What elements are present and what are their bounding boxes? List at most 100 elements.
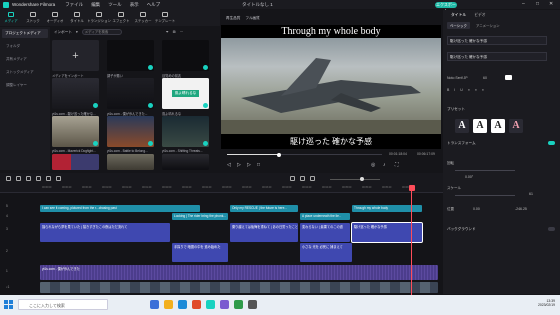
preset-style-3[interactable]: A <box>491 119 505 133</box>
menu-edit[interactable]: 編集 <box>91 2 100 8</box>
import-media-tile[interactable]: + メディアをインポート <box>52 40 99 78</box>
audio-clip[interactable]: yt1s.com - 僕が歩んできた <box>40 265 438 280</box>
background-toggle[interactable] <box>548 227 555 231</box>
more-icon[interactable]: ⋯ <box>180 30 184 34</box>
undo-icon[interactable] <box>6 176 11 181</box>
zoom-handle[interactable] <box>360 177 364 181</box>
snapshot-icon[interactable]: ◎ <box>371 162 375 168</box>
playback-mode-dropdown[interactable]: 再生品質 <box>226 16 240 21</box>
taskbar-clock[interactable]: 13:39 2023/02/19 <box>527 299 555 307</box>
grid-view-icon[interactable]: ⊞ <box>173 30 176 34</box>
tab-title[interactable]: タイトル <box>451 13 466 18</box>
app-icon[interactable] <box>220 300 229 309</box>
tool-stickers[interactable]: ステッカー <box>132 9 154 26</box>
tool-audio[interactable]: オーディオ <box>44 9 66 26</box>
media-tile[interactable]: 風よ晴れるな 風よ晴れるな <box>162 78 209 116</box>
windows-start-icon[interactable] <box>4 300 13 309</box>
font-dropdown[interactable]: Noto Serif JP <box>447 76 468 80</box>
filmora-taskbar-icon[interactable] <box>206 300 215 309</box>
title-clip[interactable]: Looking | The rider bring the phonk... <box>172 213 228 220</box>
export-button[interactable]: エクスポート <box>435 1 457 13</box>
app-icon[interactable] <box>234 300 243 309</box>
minimize-icon[interactable]: – <box>522 1 525 7</box>
rotate-value[interactable]: 0.00° <box>465 175 473 179</box>
chrome-icon[interactable] <box>192 300 201 309</box>
timeline-ruler[interactable]: 00:00:00 00:00:20 00:00:40 00:01:00 00:0… <box>0 185 443 193</box>
preset-style-1[interactable]: A <box>455 119 469 133</box>
media-tile[interactable]: yt1s.com - 駆け巡った確かな... <box>52 78 99 116</box>
tab-basic[interactable]: ベーシック <box>447 22 470 29</box>
video-preview[interactable]: Through my whole body 駆け巡った 確かな予感 <box>221 25 441 149</box>
maximize-icon[interactable]: □ <box>536 1 539 7</box>
title-clip[interactable]: I can see it coming, pictured from the r… <box>40 205 200 212</box>
text-format-buttons[interactable]: B I U ≡ ≡ ≡ <box>447 88 486 92</box>
tool-transitions[interactable]: トランジション <box>87 9 111 26</box>
fullscreen-icon[interactable]: ⛶ <box>395 162 399 168</box>
preview-scrubber[interactable] <box>227 152 382 157</box>
video-clip-strip[interactable] <box>40 282 438 293</box>
edge-icon[interactable] <box>178 300 187 309</box>
position-x-value[interactable]: 0.00 <box>473 207 480 211</box>
media-tile[interactable]: 調子が悪い <box>107 40 154 78</box>
app-icon[interactable] <box>248 300 257 309</box>
play-icon[interactable]: ▷ <box>237 162 241 168</box>
tab-video[interactable]: ビデオ <box>474 13 485 18</box>
import-dropdown[interactable]: インポート <box>54 30 72 35</box>
snap-icon[interactable] <box>290 176 295 181</box>
task-view-icon[interactable] <box>150 300 159 309</box>
chevron-down-icon[interactable]: ▾ <box>76 30 78 34</box>
tool-stock[interactable]: ストック <box>22 9 44 26</box>
preset-style-2[interactable]: A <box>473 119 487 133</box>
menu-view[interactable]: 表示 <box>130 2 139 8</box>
zoom-slider[interactable] <box>330 179 380 180</box>
media-tile[interactable]: 目覚めの前兆 <box>162 40 209 78</box>
tool-effects[interactable]: エフェクト <box>110 9 132 26</box>
font-size-dropdown[interactable]: 60 <box>483 76 487 80</box>
sidebar-item-project-media[interactable]: プロジェクトメディア <box>2 29 48 38</box>
stop-icon[interactable]: □ <box>257 162 260 168</box>
sidebar-item-shared[interactable]: 共有メディア <box>0 53 50 66</box>
step-back-icon[interactable]: ◁ <box>227 162 231 168</box>
scale-value[interactable]: 61 <box>529 192 533 196</box>
media-tile[interactable]: yt1s.com - Maverick Dogfight... <box>52 116 99 154</box>
menu-tools[interactable]: ツール <box>108 2 122 8</box>
title-clip[interactable]: Only my RESCUE | the future is here... <box>230 205 298 212</box>
title-text-field[interactable]: 駆け巡った 確かな予感 <box>447 36 547 45</box>
scrubber-handle[interactable] <box>277 152 281 157</box>
text-color-swatch[interactable] <box>505 75 512 80</box>
voiceover-icon[interactable] <box>310 176 315 181</box>
subtitle-clip[interactable]: 変わらない | 最果てのこの道 <box>300 223 350 242</box>
media-tile[interactable]: yt1s.com - Battle to Belong... <box>107 116 154 154</box>
delete-icon[interactable] <box>26 176 31 181</box>
position-y-value[interactable]: -246.25 <box>515 207 527 211</box>
tool-templates[interactable]: テンプレート <box>154 9 176 26</box>
split-icon[interactable] <box>36 176 41 181</box>
timeline-playhead[interactable] <box>408 185 415 295</box>
file-explorer-icon[interactable] <box>164 300 173 309</box>
step-forward-icon[interactable]: ▷ <box>247 162 251 168</box>
subtitle-clip[interactable]: 手探りで 暗闇の中を 進み始めた <box>172 243 228 262</box>
media-search-input[interactable]: メディアを検索 <box>81 29 122 35</box>
tab-animation[interactable]: アニメーション <box>473 22 503 29</box>
subtitle-clip[interactable]: 揺られながら夢を見ていた | 描きすぎたこの夜はただ流れて <box>40 223 170 242</box>
volume-icon[interactable]: ♪ <box>383 162 386 168</box>
playhead-handle[interactable] <box>408 185 415 191</box>
title-text-field-2[interactable]: 駆け巡った 確かな予感 <box>447 52 547 61</box>
taskbar-search-input[interactable]: ここに入力して検索 <box>18 299 108 310</box>
sidebar-item-adjustment[interactable]: 調整レイヤー <box>0 79 50 92</box>
tool-titles[interactable]: タイトル <box>66 9 88 26</box>
sidebar-item-folder[interactable]: フォルダ <box>0 40 50 53</box>
close-icon[interactable]: ✕ <box>549 1 553 7</box>
filter-icon[interactable]: ⏷ <box>166 30 169 34</box>
rotate-slider[interactable] <box>455 170 515 171</box>
subtitle-clip[interactable]: 乗り越えては後悔を重ねて | あの日誓ったこと <box>230 223 298 242</box>
preset-style-4[interactable]: A <box>509 119 523 133</box>
menu-file[interactable]: ファイル <box>65 2 83 8</box>
marker-icon[interactable] <box>300 176 305 181</box>
crop-icon[interactable] <box>46 176 51 181</box>
scale-slider[interactable] <box>455 195 515 196</box>
quality-dropdown[interactable]: フル画質 <box>245 16 259 21</box>
transform-toggle[interactable] <box>548 141 555 145</box>
tool-media[interactable]: メディア <box>0 9 22 26</box>
menu-help[interactable]: ヘルプ <box>147 2 161 8</box>
